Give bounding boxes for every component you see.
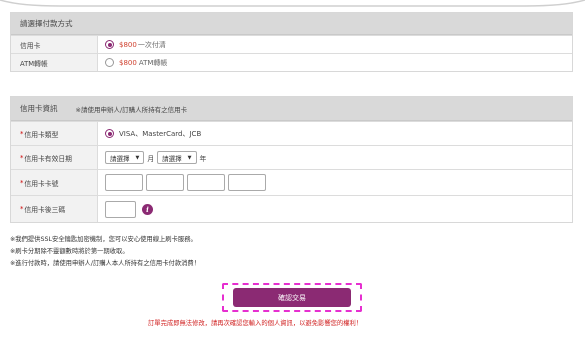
chevron-down-icon: ▼	[135, 154, 140, 161]
expiry-row: * 信用卡有效日期 請選擇 ▼ 月 請選擇 ▼ 年	[11, 145, 572, 169]
card-number-input-1[interactable]	[105, 174, 143, 191]
month-unit: 月	[147, 154, 155, 163]
atm-radio[interactable]	[105, 58, 114, 67]
payment-method-title: 請選擇付款方式	[20, 19, 73, 28]
card-number-input-3[interactable]	[187, 174, 225, 191]
chevron-down-icon: ▼	[187, 154, 192, 161]
credit-card-radio[interactable]	[105, 40, 114, 49]
payment-method-header: 請選擇付款方式	[11, 13, 572, 35]
expiry-year-select[interactable]: 請選擇 ▼	[157, 151, 197, 164]
card-number-input-4[interactable]	[228, 174, 266, 191]
top-curve-decoration	[0, 0, 585, 7]
card-type-radio[interactable]	[105, 129, 114, 138]
note-line: ※進行付款時，請使用申辦人/訂購人本人所持有之信用卡付款消費！	[10, 260, 201, 267]
credit-card-desc: 一次付清	[137, 40, 166, 49]
confirm-highlight: 確認交易	[222, 283, 362, 312]
card-number-row: * 信用卡卡號	[11, 169, 572, 195]
cvv-row: * 信用卡後三碼 i	[11, 195, 572, 222]
payment-option-credit-card[interactable]: 信用卡 $800 一次付清	[11, 35, 572, 53]
cvv-label: 信用卡後三碼	[24, 206, 66, 214]
card-info-table: 信用卡資訊 ※請使用申辦人/訂購人所持有之信用卡 * 信用卡類型 VISA、Mas…	[10, 96, 573, 223]
card-type-label: 信用卡類型	[24, 130, 59, 139]
payment-notes: ※我們提供SSL安全鑰匙加密機制，您可以安心使用線上刷卡服務。 ※刷卡分期除不靈…	[10, 234, 200, 270]
cvv-input[interactable]	[105, 200, 136, 218]
card-type-row: * 信用卡類型 VISA、MasterCard、JCB	[11, 121, 572, 145]
year-unit: 年	[199, 154, 207, 163]
note-line: ※我們提供SSL安全鑰匙加密機制，您可以安心使用線上刷卡服務。	[10, 236, 197, 243]
card-number-label: 信用卡卡號	[24, 179, 59, 188]
card-info-header: 信用卡資訊 ※請使用申辦人/訂購人所持有之信用卡	[11, 97, 572, 121]
credit-card-price: $800	[119, 40, 137, 49]
payment-option-label: 信用卡	[11, 36, 98, 53]
confirm-button[interactable]: 確認交易	[233, 288, 351, 307]
card-info-note: ※請使用申辦人/訂購人所持有之信用卡	[75, 105, 188, 114]
payment-method-table: 請選擇付款方式 信用卡 $800 一次付清 ATM轉帳 $800 ATM轉帳	[10, 12, 573, 72]
card-info-title: 信用卡資訊	[20, 104, 58, 113]
expiry-label: 信用卡有效日期	[24, 154, 72, 163]
payment-option-atm[interactable]: ATM轉帳 $800 ATM轉帳	[11, 53, 572, 71]
atm-desc: ATM轉帳	[138, 58, 168, 67]
atm-price: $800	[119, 58, 137, 67]
card-type-value: VISA、MasterCard、JCB	[119, 129, 202, 138]
info-icon[interactable]: i	[142, 203, 153, 215]
expiry-month-select[interactable]: 請選擇 ▼	[105, 151, 145, 164]
note-line: ※刷卡分期除不靈額數時將於第一期收取。	[10, 248, 129, 255]
order-warning: 訂單完成即無法修改，請再次確認您輸入的個人資訊，以避免影響您的權利！	[148, 320, 363, 327]
payment-option-label: ATM轉帳	[11, 54, 98, 71]
card-number-input-2[interactable]	[146, 174, 184, 191]
